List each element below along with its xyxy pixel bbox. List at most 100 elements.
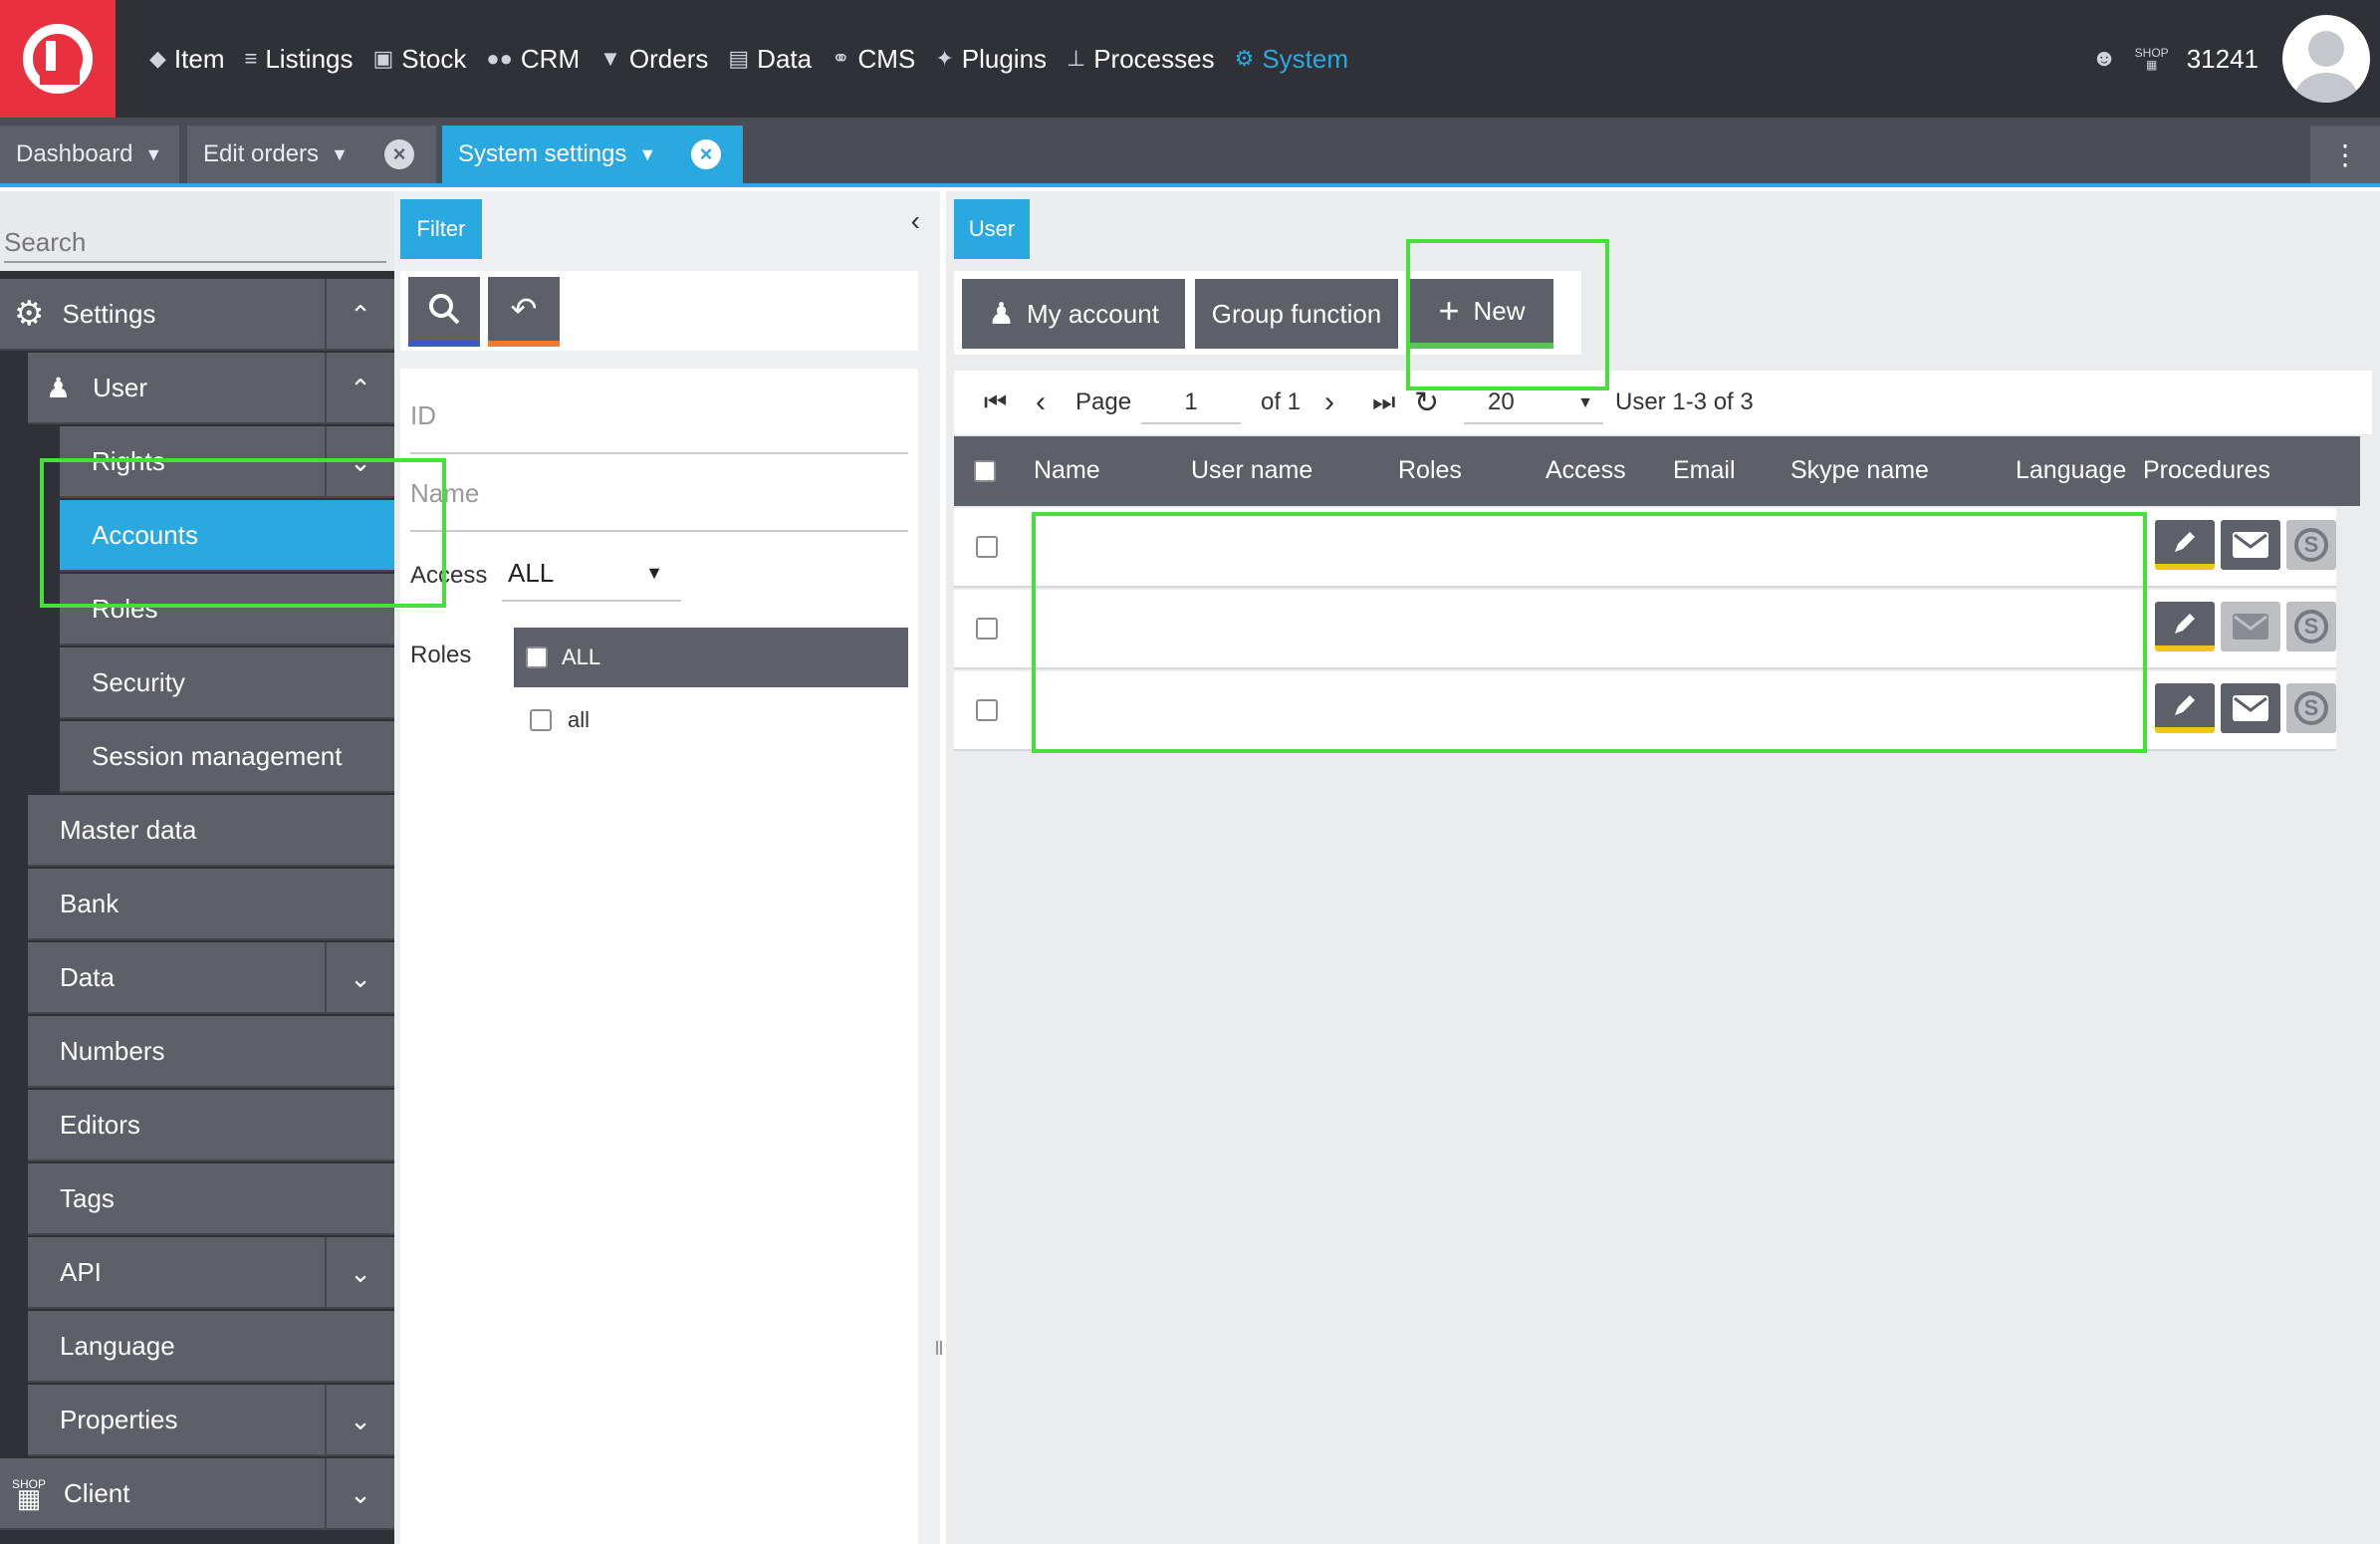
nav-item-listings[interactable]: ≡ Listings: [245, 34, 354, 84]
chevron-down-icon[interactable]: ⌄: [325, 942, 394, 1014]
column-header[interactable]: Name: [1034, 456, 1100, 485]
table-row[interactable]: S: [954, 508, 2336, 588]
search-button[interactable]: [408, 277, 480, 347]
nav-item-crm[interactable]: ●● CRM: [486, 34, 580, 84]
logo-icon: [23, 24, 93, 94]
roles-option-checkbox[interactable]: [530, 709, 552, 731]
sidebar-item-tags[interactable]: Tags: [28, 1163, 394, 1235]
sidebar-item-user[interactable]: ♟ User ⌃: [28, 353, 394, 424]
chevron-down-icon[interactable]: ⌄: [325, 1385, 394, 1456]
sidebar-item-master-data[interactable]: Master data: [28, 795, 394, 867]
sidebar-item-accounts[interactable]: Accounts: [60, 500, 394, 572]
close-icon[interactable]: ×: [384, 139, 414, 169]
roles-option-label: all: [568, 707, 591, 732]
sidebar-item-label: Bank: [60, 888, 119, 918]
chevron-down-icon[interactable]: ⌄: [325, 1458, 394, 1530]
new-button[interactable]: + New: [1410, 279, 1553, 349]
column-header[interactable]: Email: [1673, 456, 1736, 485]
sidebar-item-session-management[interactable]: Session management: [60, 721, 394, 793]
sidebar-item-roles[interactable]: Roles: [60, 574, 394, 645]
nav-item-orders[interactable]: ▼ Orders: [599, 34, 708, 84]
sidebar-item-bank[interactable]: Bank: [28, 869, 394, 940]
row-checkbox[interactable]: [976, 699, 998, 721]
edit-icon[interactable]: [2155, 520, 2215, 570]
caret-down-icon: ▼: [645, 562, 663, 583]
skype-icon[interactable]: S: [2286, 602, 2336, 651]
nav-item-data[interactable]: ▤ Data: [728, 34, 812, 84]
email-icon[interactable]: [2221, 602, 2280, 651]
nav-item-plugins[interactable]: ✦ Plugins: [935, 34, 1047, 84]
sidebar-item-editors[interactable]: Editors: [28, 1090, 394, 1161]
id-field[interactable]: ID: [410, 379, 908, 454]
refresh-icon[interactable]: ↻: [1414, 386, 1439, 420]
chevron-up-icon[interactable]: ⌃: [325, 279, 394, 351]
nav-label: CMS: [857, 43, 916, 74]
avatar[interactable]: [2282, 15, 2370, 103]
column-header[interactable]: Access: [1546, 456, 1626, 485]
sidebar-item-properties[interactable]: Properties ⌄: [28, 1385, 394, 1456]
reset-button[interactable]: ↶: [488, 277, 560, 347]
column-header[interactable]: User name: [1191, 456, 1312, 485]
nav-item-stock[interactable]: ▣ Stock: [373, 34, 467, 84]
person-icon: ♟: [46, 372, 72, 403]
last-page-icon[interactable]: ⏭: [1372, 386, 1395, 418]
chevron-down-icon[interactable]: ⌄: [325, 426, 394, 498]
row-checkbox[interactable]: [976, 618, 998, 640]
roles-all-checkbox[interactable]: [526, 646, 548, 668]
chevron-left-icon[interactable]: ‹: [1036, 386, 1046, 419]
row-checkbox[interactable]: [976, 536, 998, 558]
chevron-up-icon[interactable]: ⌃: [325, 353, 394, 424]
nav-item-cms[interactable]: ⚭ CMS: [832, 34, 915, 84]
tab-system-settings[interactable]: System settings ▼ ×: [442, 126, 743, 183]
chevron-down-icon[interactable]: ⌄: [325, 1237, 394, 1309]
support-icon[interactable]: ☻: [2091, 45, 2116, 73]
skype-icon[interactable]: S: [2286, 683, 2336, 733]
tag-icon: ◆: [149, 46, 166, 71]
user-avatar-icon: [2294, 31, 2358, 103]
email-icon[interactable]: [2221, 683, 2280, 733]
tab-user[interactable]: User: [954, 199, 1030, 259]
search-input[interactable]: [4, 223, 386, 263]
sidebar-item-settings[interactable]: ⚙ Settings ⌃: [0, 279, 394, 351]
my-account-button[interactable]: ♟ My account: [962, 279, 1185, 349]
tab-edit-orders[interactable]: Edit orders ▼ ×: [187, 126, 436, 183]
roles-option-all[interactable]: all: [530, 707, 590, 733]
skype-icon[interactable]: S: [2286, 520, 2336, 570]
close-icon[interactable]: ×: [691, 139, 721, 169]
nav-item-system[interactable]: ⚙ System: [1235, 34, 1348, 84]
sidebar-item-label: Master data: [60, 814, 197, 845]
chevron-left-icon[interactable]: ‹: [911, 205, 920, 237]
sidebar-item-security[interactable]: Security: [60, 647, 394, 719]
sidebar-item-data[interactable]: Data ⌄: [28, 942, 394, 1014]
select-all-checkbox[interactable]: [974, 460, 996, 482]
sidebar-item-api[interactable]: API ⌄: [28, 1237, 394, 1309]
chevron-right-icon[interactable]: ›: [1324, 386, 1334, 419]
email-icon[interactable]: [2221, 520, 2280, 570]
roles-all-option[interactable]: ALL: [514, 628, 908, 687]
per-page-select[interactable]: 20 ▼: [1464, 381, 1603, 424]
sidebar-item-client[interactable]: SHOP ▦ Client ⌄: [0, 1458, 394, 1530]
page-input[interactable]: 1: [1141, 381, 1241, 424]
tab-filter[interactable]: Filter: [400, 199, 482, 259]
table-row[interactable]: S: [954, 590, 2336, 669]
access-select[interactable]: ALL ▼: [502, 546, 681, 602]
edit-icon[interactable]: [2155, 683, 2215, 733]
sidebar-item-rights[interactable]: Rights ⌄: [60, 426, 394, 498]
column-header[interactable]: Roles: [1398, 456, 1462, 485]
tab-dashboard[interactable]: Dashboard ▼: [0, 126, 179, 183]
nav-item-processes[interactable]: ⊥ Processes: [1067, 34, 1215, 84]
group-function-button[interactable]: Group function: [1195, 279, 1398, 349]
name-field[interactable]: Name: [410, 456, 908, 532]
sidebar-item-language[interactable]: Language: [28, 1311, 394, 1383]
panel-splitter-handle[interactable]: [936, 1341, 942, 1355]
column-header[interactable]: Skype name: [1790, 456, 1929, 485]
column-header[interactable]: Language: [2016, 456, 2126, 485]
first-page-icon[interactable]: ⏮: [984, 386, 1007, 418]
table-row[interactable]: S: [954, 671, 2336, 751]
edit-icon[interactable]: [2155, 602, 2215, 651]
sidebar-item-numbers[interactable]: Numbers: [28, 1016, 394, 1088]
shop-icon[interactable]: SHOP ▦: [2135, 47, 2169, 71]
plentymarkets-logo[interactable]: [0, 0, 116, 118]
nav-item-item[interactable]: ◆ Item: [149, 34, 225, 84]
more-vertical-icon[interactable]: ⋮: [2310, 126, 2380, 183]
